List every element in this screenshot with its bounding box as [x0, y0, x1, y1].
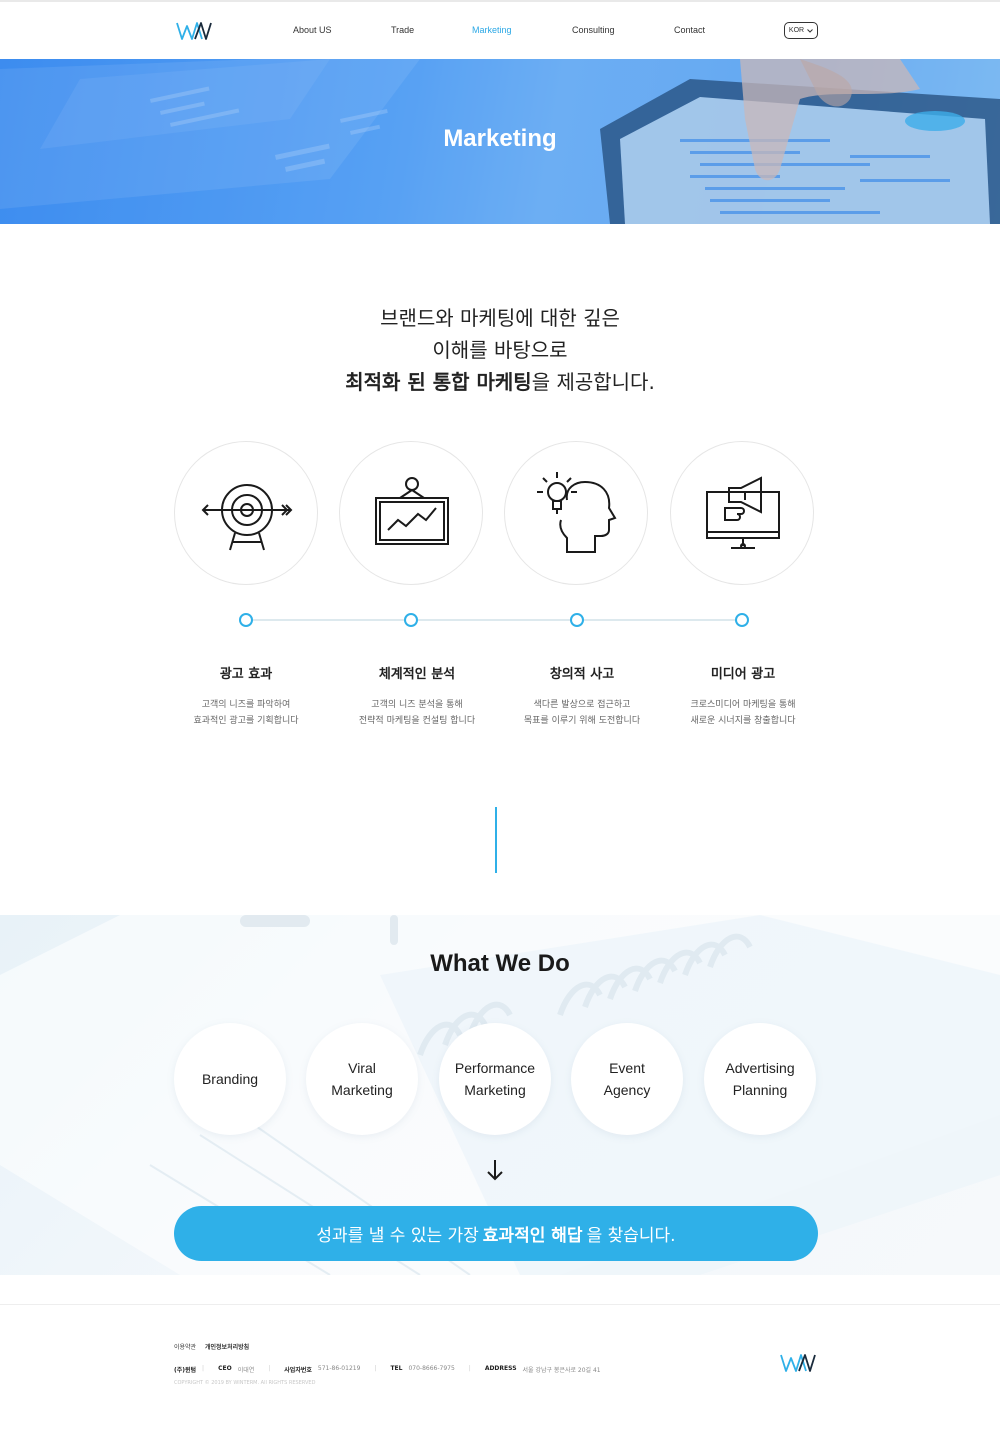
- intro-highlight: 최적화 된 통합 마케팅: [345, 370, 532, 394]
- service-label: Marketing: [331, 1082, 393, 1098]
- terms-link[interactable]: 이용약관: [174, 1342, 196, 1351]
- timeline-dot: [570, 613, 584, 627]
- timeline-dot: [404, 613, 418, 627]
- feature-desc-line: 전략적 마케팅을 컨설팅 합니다: [358, 716, 476, 726]
- service-label: Advertising: [725, 1060, 795, 1076]
- service-viral-marketing[interactable]: Viral Marketing: [306, 1023, 418, 1135]
- chevron-down-icon: [807, 28, 813, 33]
- feature-desc-line: 목표를 이루기 위해 도전합니다: [523, 716, 641, 726]
- feature-desc-line: 고객의 니즈를 파악하여: [201, 700, 291, 710]
- feature-description: 고객의 니즈 분석을 통해 전략적 마케팅을 컨설팅 합니다: [327, 697, 507, 729]
- service-label: Branding: [201, 1071, 259, 1087]
- service-label: Viral: [348, 1060, 376, 1076]
- feature-desc-line: 색다른 발상으로 접근하고: [533, 700, 631, 710]
- company-info: (주)윈텀 | CEO 이대연 | 사업자번호 571-86-01219 | T…: [174, 1365, 615, 1374]
- feature-desc-line: 효과적인 광고를 기획합니다: [193, 716, 299, 726]
- feature-timeline: [246, 619, 743, 621]
- service-label: Event: [609, 1060, 645, 1076]
- company-name: (주)윈텀: [174, 1367, 197, 1374]
- feature-title: 광고 효과: [219, 667, 273, 682]
- cta-text-highlight: 효과적인 해답: [482, 1226, 583, 1246]
- what-we-do-title: What We Do: [430, 950, 570, 977]
- business-number-value: 571-86-01219: [317, 1365, 361, 1372]
- service-advertising-planning[interactable]: Advertising Planning: [704, 1023, 816, 1135]
- footer-wm-logo[interactable]: [780, 1352, 816, 1374]
- business-number-label: 사업자번호: [284, 1367, 312, 1374]
- tel-label: TEL: [390, 1365, 403, 1372]
- feature-description: 크로스미디어 마케팅을 통해 새로운 시너지를 창출합니다: [653, 697, 833, 729]
- feature-circle-creative: [504, 441, 648, 585]
- feature-desc-line: 새로운 시너지를 창출합니다: [690, 716, 796, 726]
- feature-circle-media: [670, 441, 814, 585]
- feature-description: 색다른 발상으로 접근하고 목표를 이루기 위해 도전합니다: [492, 697, 672, 729]
- arrow-down-icon: [487, 1160, 503, 1181]
- nav-trade[interactable]: Trade: [391, 25, 414, 35]
- feature-title: 체계적인 분석: [378, 667, 456, 682]
- info-separator: |: [468, 1365, 471, 1372]
- feature-circle-ad-effect: [174, 441, 318, 585]
- privacy-policy-link[interactable]: 개인정보처리방침: [205, 1342, 249, 1351]
- timeline-dot: [239, 613, 253, 627]
- intro-line-1: 브랜드와 마케팅에 대한 깊은: [380, 306, 620, 330]
- service-performance-marketing[interactable]: Performance Marketing: [439, 1023, 551, 1135]
- info-separator: |: [202, 1365, 205, 1372]
- tel-value: 070-8666-7975: [408, 1365, 455, 1372]
- feature-title: 창의적 사고: [549, 667, 615, 682]
- nav-about-us[interactable]: About US: [293, 25, 332, 35]
- wm-logo[interactable]: [176, 20, 212, 42]
- service-label: Agency: [603, 1082, 651, 1098]
- chart-board-icon: [375, 477, 449, 545]
- info-separator: |: [268, 1365, 271, 1372]
- nav-consulting[interactable]: Consulting: [572, 25, 615, 35]
- info-separator: |: [374, 1365, 377, 1372]
- nav-marketing[interactable]: Marketing: [472, 25, 512, 35]
- service-label: Performance: [454, 1060, 536, 1076]
- language-label: KOR: [788, 27, 805, 34]
- address-label: ADDRESS: [484, 1365, 517, 1372]
- feature-description: 고객의 니즈를 파악하여 효과적인 광고를 기획합니다: [156, 697, 336, 729]
- service-branding[interactable]: Branding: [174, 1023, 286, 1135]
- cta-text-pre: 성과를 낼 수 있는 가장: [316, 1226, 479, 1246]
- ceo-value: 이대연: [237, 1367, 255, 1374]
- feature-desc-line: 고객의 니즈 분석을 통해: [371, 700, 463, 710]
- intro-line-2: 이해를 바탕으로: [432, 338, 568, 362]
- idea-head-icon: [537, 472, 617, 553]
- copyright: COPYRIGHT © 2019 BY WINTERM. All RIGHTS …: [174, 1380, 316, 1386]
- intro-text: 브랜드와 마케팅에 대한 깊은 이해를 바탕으로 최적화 된 통합 마케팅을 제…: [0, 302, 1000, 398]
- intro-line-3: 최적화 된 통합 마케팅을 제공합니다.: [0, 366, 1000, 398]
- hero-banner: Marketing: [0, 59, 1000, 224]
- feature-desc-line: 크로스미디어 마케팅을 통해: [690, 700, 796, 710]
- footer-divider: [0, 1304, 1000, 1305]
- ceo-label: CEO: [218, 1365, 232, 1372]
- target-icon: [201, 484, 293, 551]
- timeline-dot: [735, 613, 749, 627]
- service-label: Planning: [732, 1082, 788, 1098]
- media-monitor-icon: [706, 476, 780, 549]
- address-value: 서울 강남구 봉은사로 20길 41: [522, 1367, 601, 1374]
- feature-title: 미디어 광고: [710, 667, 776, 682]
- site-header: About US Trade Marketing Consulting Cont…: [0, 2, 1000, 59]
- feature-circle-analysis: [339, 441, 483, 585]
- service-label: Marketing: [464, 1082, 526, 1098]
- language-select[interactable]: KOR: [784, 22, 818, 39]
- service-event-agency[interactable]: Event Agency: [571, 1023, 683, 1135]
- hero-title: Marketing: [443, 125, 557, 152]
- nav-contact[interactable]: Contact: [674, 25, 705, 35]
- cta-text-post: 을 찾습니다.: [586, 1226, 676, 1246]
- intro-line-3-rest: 을 제공합니다.: [531, 370, 655, 394]
- section-divider-line: [495, 807, 497, 873]
- cta-banner[interactable]: 성과를 낼 수 있는 가장 효과적인 해답 을 찾습니다.: [174, 1206, 818, 1261]
- what-we-do-section: What We Do Branding Viral Marketing Perfo…: [0, 915, 1000, 1275]
